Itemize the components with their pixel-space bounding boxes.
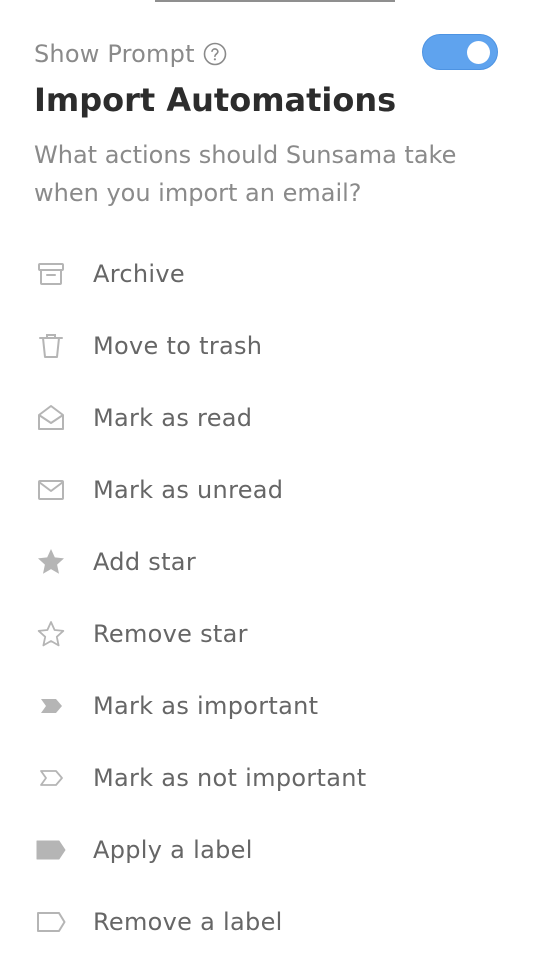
action-label: Add star <box>93 548 196 576</box>
action-label: Mark as read <box>93 404 253 432</box>
action-label: Mark as not important <box>93 764 367 792</box>
action-label: Move to trash <box>93 332 263 360</box>
star-outline-icon <box>33 616 69 652</box>
toggle-knob <box>467 41 490 64</box>
action-label: Apply a label <box>93 836 253 864</box>
action-remove-star[interactable]: Remove star <box>0 598 536 670</box>
action-mark-as-unread[interactable]: Mark as unread <box>0 454 536 526</box>
action-add-star[interactable]: Add star <box>0 526 536 598</box>
action-mark-as-read[interactable]: Mark as read <box>0 382 536 454</box>
automation-actions-list: Archive Move to trash Mark as read Mark … <box>0 238 536 958</box>
action-archive[interactable]: Archive <box>0 238 536 310</box>
action-remove-label[interactable]: Remove a label <box>0 886 536 958</box>
action-label: Remove star <box>93 620 248 648</box>
action-label: Remove a label <box>93 908 283 936</box>
top-divider <box>155 0 395 2</box>
action-move-to-trash[interactable]: Move to trash <box>0 310 536 382</box>
action-label: Mark as important <box>93 692 319 720</box>
important-outline-icon <box>33 760 69 796</box>
action-mark-as-important[interactable]: Mark as important <box>0 670 536 742</box>
show-prompt-label: Show Prompt <box>34 40 195 68</box>
page-title: Import Automations <box>34 81 397 119</box>
action-apply-label[interactable]: Apply a label <box>0 814 536 886</box>
label-outline-icon <box>33 904 69 940</box>
envelope-icon <box>33 472 69 508</box>
action-label: Mark as unread <box>93 476 284 504</box>
label-filled-icon <box>33 832 69 868</box>
envelope-open-icon <box>33 400 69 436</box>
show-prompt-row: Show Prompt <box>34 36 227 72</box>
important-filled-icon <box>33 688 69 724</box>
trash-icon <box>33 328 69 364</box>
action-mark-as-not-important[interactable]: Mark as not important <box>0 742 536 814</box>
question-circle-icon[interactable] <box>203 42 227 66</box>
action-label: Archive <box>93 260 185 288</box>
star-filled-icon <box>33 544 69 580</box>
show-prompt-toggle[interactable] <box>422 34 498 70</box>
archive-icon <box>33 256 69 292</box>
page-subtitle: What actions should Sunsama take when yo… <box>34 141 457 207</box>
